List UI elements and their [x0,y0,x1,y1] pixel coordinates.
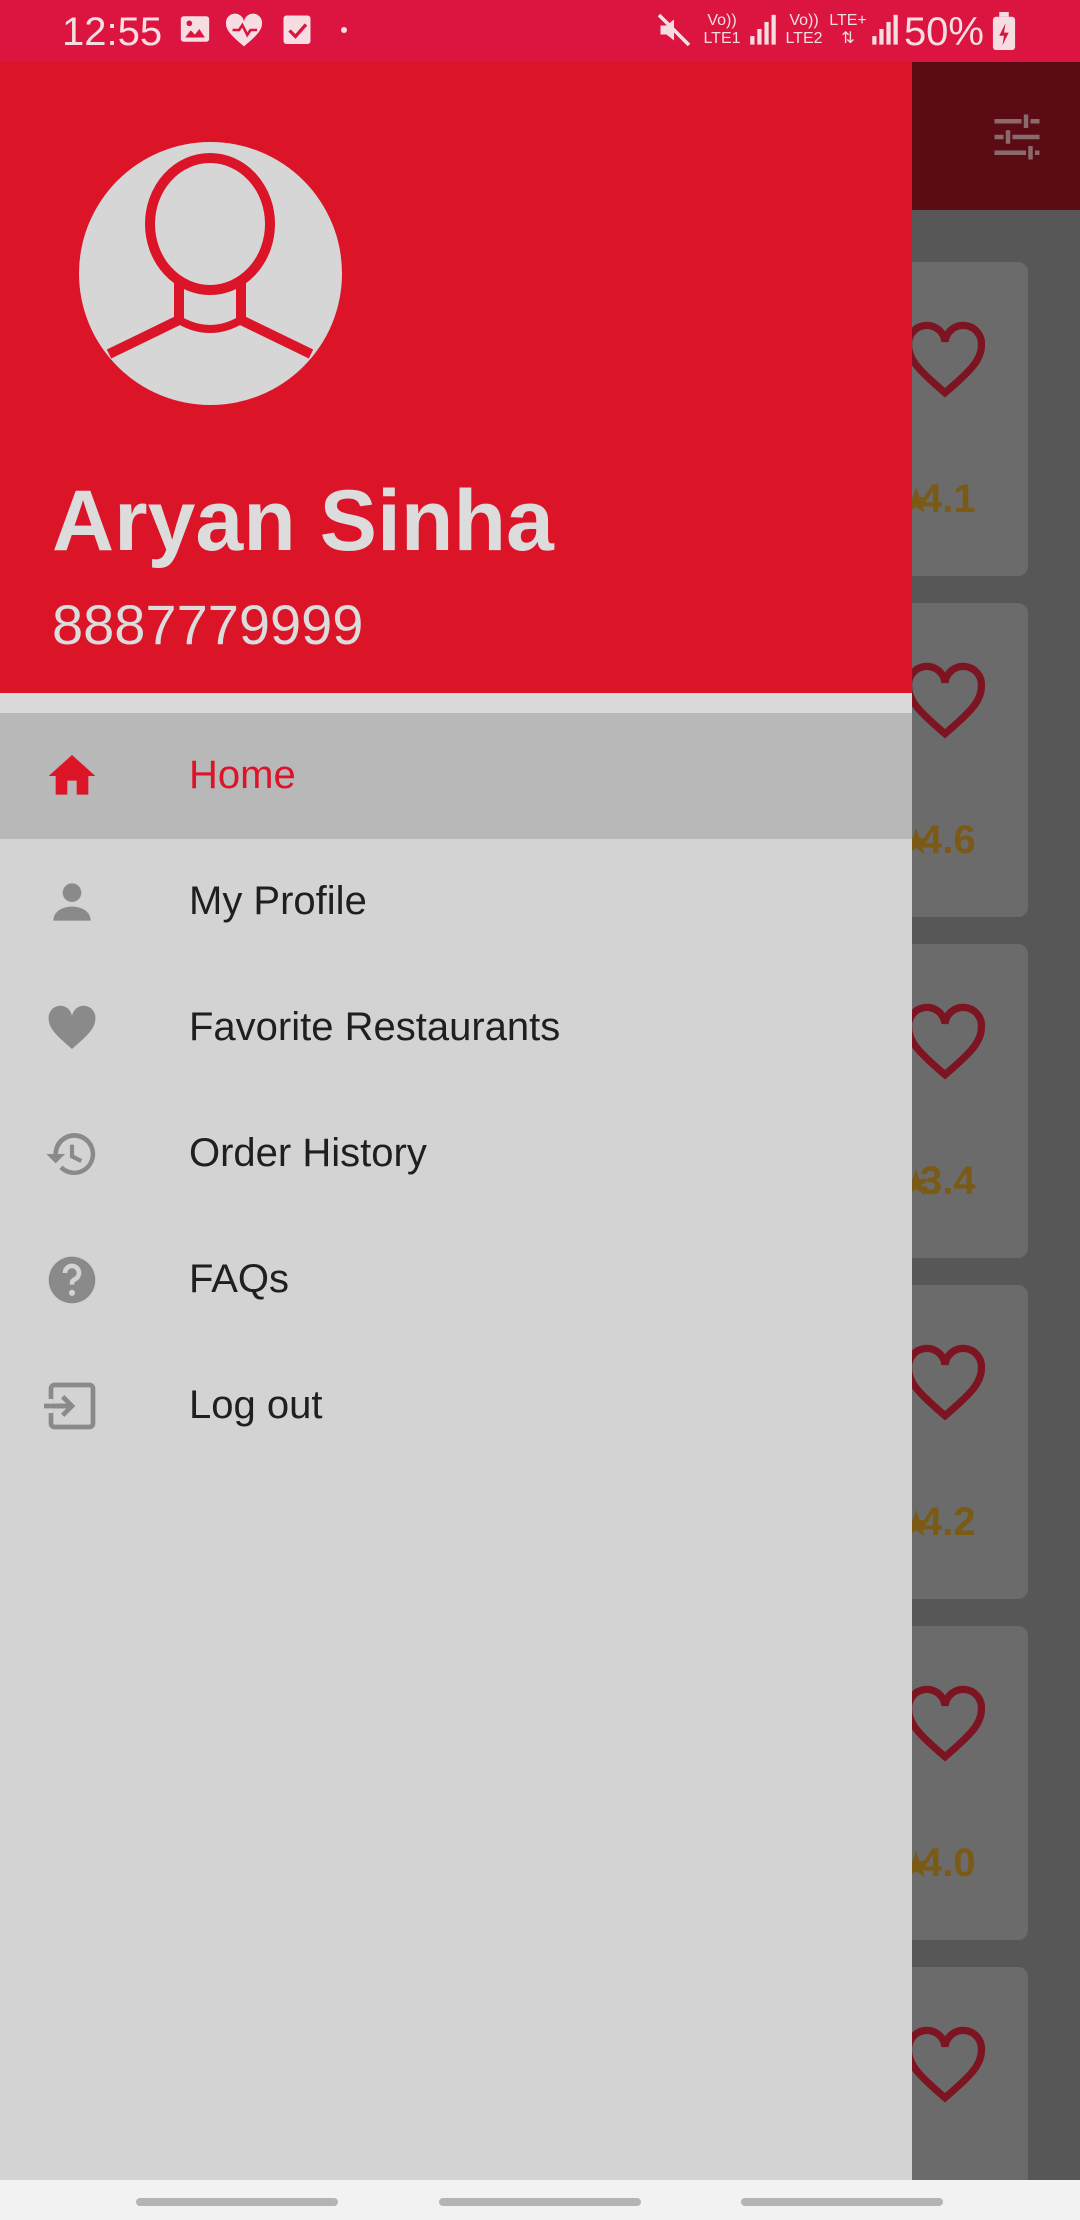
volte-label: Vo)) [707,12,737,29]
menu-item-label: Order History [189,1131,427,1175]
restaurant-rating: 4.0 [920,1841,976,1885]
favorite-heart-icon[interactable] [900,1343,990,1423]
battery-percent: 50% [903,10,984,54]
sim1-label: LTE1 [703,30,741,47]
favorite-heart-icon[interactable] [900,1684,990,1764]
favorite-heart-icon[interactable] [900,661,990,741]
heart-icon [48,1005,96,1049]
user-phone: 8887779999 [52,593,364,656]
drawer-menu: Home My Profile Favorite Restaurants Ord… [0,713,912,1469]
favorite-heart-icon[interactable] [900,1002,990,1082]
help-icon [48,1256,96,1304]
system-nav-bar [0,2180,1080,2220]
status-time: 12:55 [62,10,163,54]
menu-item-log-out[interactable]: Log out [0,1343,912,1469]
menu-item-my-profile[interactable]: My Profile [0,839,912,965]
nav-home-button[interactable] [439,2198,641,2206]
image-icon [180,16,210,42]
history-icon [46,1133,96,1175]
menu-item-label: FAQs [189,1257,290,1301]
battery-icon [992,12,1016,50]
menu-item-favorite-restaurants[interactable]: Favorite Restaurants [0,965,912,1091]
menu-item-home[interactable]: Home [0,713,912,839]
data-arrows-icon: ⇅ [841,30,855,47]
health-heart-icon [225,13,263,47]
restaurant-rating: 4.1 [920,477,976,521]
menu-item-label: Home [189,753,296,797]
restaurant-rating: 4.6 [920,818,976,862]
nav-recents-button[interactable] [136,2198,338,2206]
signal-icon [872,14,898,45]
menu-item-label: My Profile [189,879,367,923]
task-check-icon [283,15,311,44]
person-icon [53,883,91,921]
logout-icon [44,1382,96,1430]
home-icon [48,755,96,795]
filter-icon[interactable] [990,112,1044,162]
header-divider [0,693,912,713]
restaurant-rating: 3.4 [920,1159,976,1203]
volte-label-2: Vo)) [789,12,819,29]
user-name: Aryan Sinha [52,473,554,569]
user-avatar-icon [106,153,314,359]
drawer-header: Aryan Sinha 8887779999 [0,62,912,693]
favorite-heart-icon[interactable] [900,320,990,400]
network-type-label: LTE+ [829,12,867,29]
favorite-heart-icon[interactable] [900,2025,990,2105]
sim2-label: LTE2 [785,30,823,47]
menu-item-order-history[interactable]: Order History [0,1091,912,1217]
menu-item-label: Favorite Restaurants [189,1005,561,1049]
menu-item-label: Log out [189,1383,323,1427]
navigation-drawer: Aryan Sinha 8887779999 Home My Profile F… [0,62,912,2180]
signal-icon [750,14,776,45]
restaurant-rating: 4.2 [920,1500,976,1544]
status-bar: 12:55 Vo)) LTE1 Vo)) LTE2 LTE+ ⇅ 50% [0,0,1080,62]
nav-back-button[interactable] [741,2198,943,2206]
avatar[interactable] [79,142,342,405]
mute-icon [657,13,691,47]
menu-item-faqs[interactable]: FAQs [0,1217,912,1343]
dot-icon [341,27,347,33]
